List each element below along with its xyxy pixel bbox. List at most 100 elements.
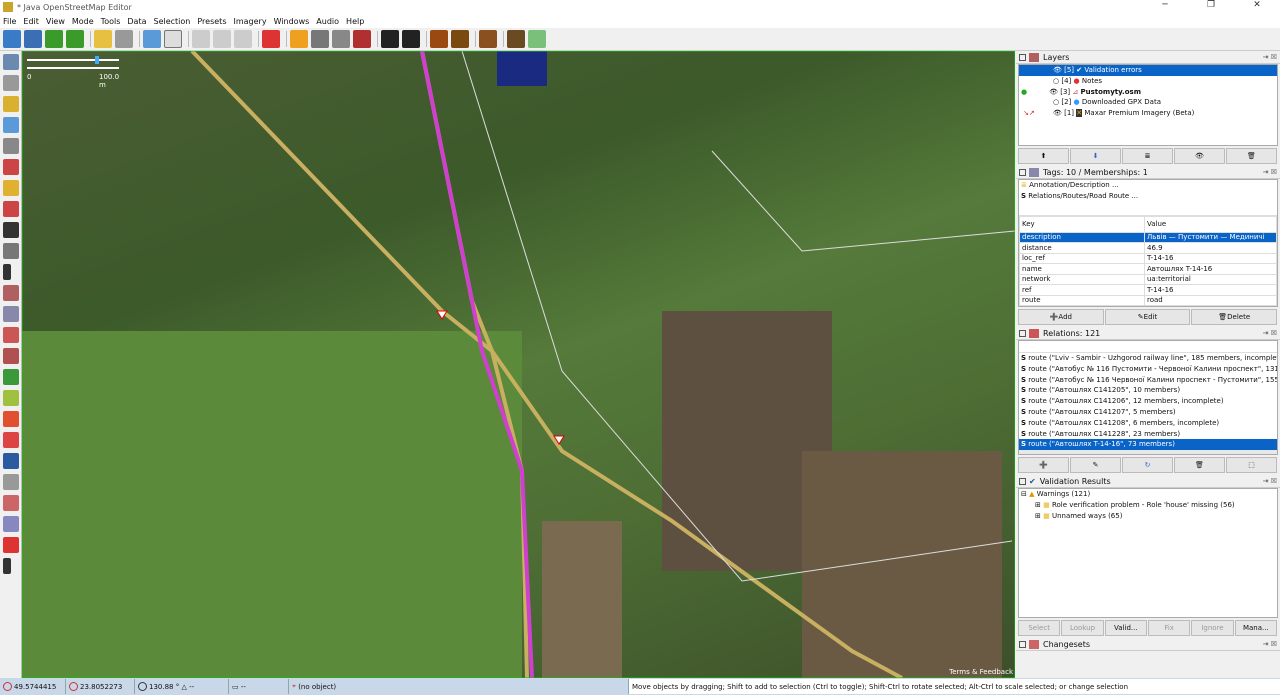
bus-icon[interactable]	[402, 30, 420, 48]
imagery-icon[interactable]	[3, 516, 19, 532]
layer-item[interactable]: 👁 [5] ✔ Validation errors	[1019, 65, 1277, 76]
tree-node[interactable]: ⊞ ■ Role verification problem - Role 'ho…	[1019, 500, 1277, 511]
maximize-button[interactable]: ❐	[1188, 0, 1234, 10]
selection-list-icon[interactable]	[3, 348, 19, 364]
value-column-header[interactable]: Value	[1144, 215, 1277, 233]
edit-tag-button[interactable]: ✎ Edit	[1104, 309, 1191, 325]
select-button[interactable]: Select	[1018, 620, 1061, 636]
layer-item[interactable]: ↘↗ 👁 [1] ✕ Maxar Premium Imagery (Beta)	[1019, 108, 1277, 119]
collapse-toggle[interactable]	[1019, 477, 1026, 485]
layer-item[interactable]: ○ [2] ● Downloaded GPX Data	[1019, 97, 1277, 108]
history-icon[interactable]	[3, 390, 19, 406]
dock-close-buttons[interactable]: ⇥ ☒	[1263, 329, 1277, 337]
new-relation-button[interactable]: ➕	[1018, 457, 1069, 473]
industrial-icon[interactable]	[507, 30, 525, 48]
table-row[interactable]: distance 46.9	[1019, 242, 1277, 254]
menu-view[interactable]: View	[43, 17, 69, 26]
zoom-icon[interactable]	[143, 30, 161, 48]
fix-button[interactable]: Fix	[1147, 620, 1191, 636]
redo-icon[interactable]	[115, 30, 133, 48]
list-item[interactable]: S route ("Автобус № 116 Пустомити - Черв…	[1019, 364, 1277, 375]
delete-relation-button[interactable]: 🗑	[1174, 457, 1225, 473]
move-down-button[interactable]: ⬇	[1070, 148, 1121, 164]
menu-selection[interactable]: Selection	[151, 17, 195, 26]
restaurant-icon[interactable]	[451, 30, 469, 48]
validation-icon[interactable]	[3, 453, 19, 469]
select-mode-icon[interactable]	[3, 54, 19, 70]
path-preset-icon[interactable]	[332, 30, 350, 48]
attribution-link[interactable]: Terms & Feedback	[949, 668, 1013, 676]
delete-layer-button[interactable]: 🗑	[1226, 148, 1277, 164]
table-row[interactable]: loc_ref T-14-16	[1019, 252, 1277, 265]
collapse-toggle[interactable]	[1019, 640, 1026, 648]
duplicate-relation-button[interactable]: ↻	[1122, 457, 1173, 473]
expand-arrow-icon[interactable]	[3, 558, 11, 574]
delete-mode-icon[interactable]	[3, 138, 19, 154]
lasso-icon[interactable]	[3, 75, 19, 91]
list-item[interactable]: S route ("Автошлях C141205", 10 members)	[1019, 385, 1277, 396]
upload-icon[interactable]	[66, 30, 84, 48]
menu-edit[interactable]: Edit	[20, 17, 43, 26]
minimize-button[interactable]: ─	[1142, 0, 1188, 10]
dock-close-buttons[interactable]: ⇥ ☒	[1263, 53, 1277, 61]
list-item[interactable]: S route ("Автошлях C141208", 6 members, …	[1019, 418, 1277, 429]
map-view[interactable]: 0 100.0 m Terms & Feedback	[22, 51, 1015, 678]
table-row[interactable]: network ua:territorial	[1019, 273, 1277, 286]
delete-tag-button[interactable]: 🗑 Delete	[1191, 309, 1278, 325]
menu-presets[interactable]: Presets	[194, 17, 230, 26]
table-row[interactable]: name Автошлях T-14-16	[1019, 263, 1277, 275]
menu-mode[interactable]: Mode	[69, 17, 98, 26]
list-item[interactable]: S route ("Автошлях C141206", 12 members,…	[1019, 396, 1277, 407]
layer-item[interactable]: ● 👁 [3] ⊿ Pustomyty.osm	[1019, 87, 1277, 98]
list-item[interactable]: S route ("Автошлях C141228", 23 members)	[1019, 429, 1277, 440]
menu-audio[interactable]: Audio	[313, 17, 343, 26]
car-icon[interactable]	[381, 30, 399, 48]
menu-file[interactable]: File	[0, 17, 20, 26]
split-way-icon[interactable]	[192, 30, 210, 48]
tree-node-warnings[interactable]: ⊟ ▲ Warnings (121)	[1019, 489, 1277, 500]
key-column-header[interactable]: Key	[1019, 215, 1145, 233]
filter-icon[interactable]	[3, 474, 19, 490]
table-row[interactable]: ref T-14-16	[1019, 284, 1277, 296]
changeset-icon[interactable]	[3, 495, 19, 511]
menu-help[interactable]: Help	[343, 17, 368, 26]
map-icon[interactable]	[3, 369, 19, 385]
conflict-icon[interactable]	[3, 411, 19, 427]
landuse-icon[interactable]	[528, 30, 546, 48]
dock-close-buttons[interactable]: ⇥ ☒	[1263, 168, 1277, 176]
undo-icon[interactable]	[94, 30, 112, 48]
combine-way-icon[interactable]	[213, 30, 231, 48]
list-item[interactable]: S route ("Lviv - Sambir - Uzhgorod railw…	[1019, 353, 1277, 364]
exclamation-icon[interactable]	[430, 30, 448, 48]
author-icon[interactable]	[3, 432, 19, 448]
relations-filter[interactable]	[1019, 341, 1277, 353]
parallel-mode-icon[interactable]	[3, 159, 19, 175]
list-item[interactable]: S route ("Автошлях C141207", 5 members)	[1019, 407, 1277, 418]
validate-button[interactable]: Valid...	[1104, 620, 1147, 636]
menu-windows[interactable]: Windows	[271, 17, 314, 26]
road-preset-icon[interactable]	[290, 30, 308, 48]
add-tag-button[interactable]: ➕ Add	[1018, 309, 1104, 325]
tourism-icon[interactable]	[479, 30, 497, 48]
table-row[interactable]: route road	[1019, 294, 1277, 307]
extrude-mode-icon[interactable]	[3, 180, 19, 196]
dock-close-buttons[interactable]: ⇥ ☒	[1263, 477, 1277, 485]
improve-way-icon[interactable]	[3, 201, 19, 217]
activate-layer-button[interactable]: ≣	[1122, 148, 1173, 164]
relations-toggle-icon[interactable]	[3, 327, 19, 343]
move-arrows-icon[interactable]	[262, 30, 280, 48]
manage-ignored-button[interactable]: Mana...	[1234, 620, 1277, 636]
building-preset-icon[interactable]	[353, 30, 371, 48]
select-members-button[interactable]: ⬚	[1226, 457, 1277, 473]
menu-imagery[interactable]: Imagery	[231, 17, 271, 26]
horizontal-scrollbar[interactable]	[1019, 450, 1277, 454]
3d-icon[interactable]	[3, 243, 19, 259]
download-icon[interactable]	[45, 30, 63, 48]
expand-arrow-icon[interactable]	[3, 264, 11, 280]
dock-close-buttons[interactable]: ⇥ ☒	[1263, 640, 1277, 648]
collapse-toggle[interactable]	[1019, 53, 1026, 61]
table-row[interactable]: description Львів — Пустомити — Мединичі	[1019, 231, 1277, 244]
lookup-button[interactable]: Lookup	[1061, 620, 1104, 636]
move-up-button[interactable]: ⬆	[1018, 148, 1069, 164]
zoom-mode-icon[interactable]	[3, 117, 19, 133]
